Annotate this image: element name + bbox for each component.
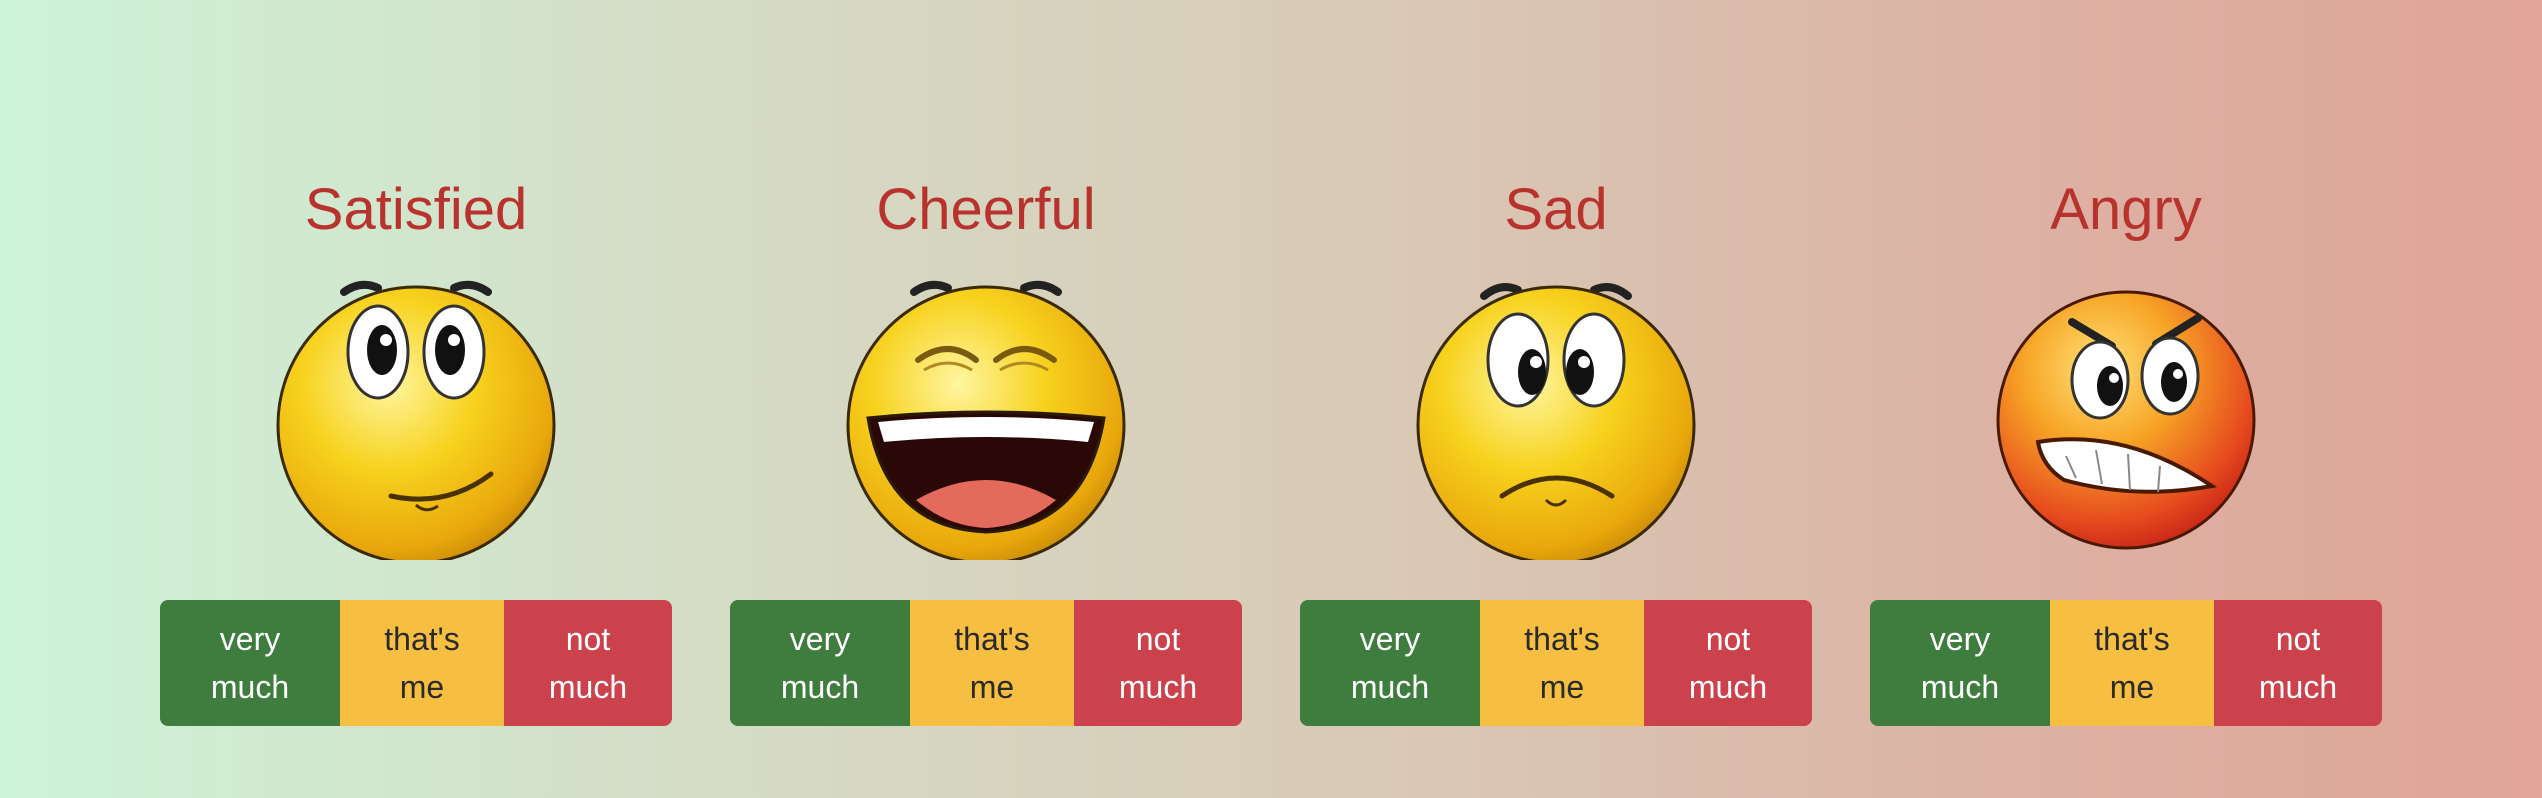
very-much-button[interactable]: very much <box>160 600 340 726</box>
emotion-title: Satisfied <box>304 177 528 242</box>
very-much-button[interactable]: very much <box>1300 600 1480 726</box>
rating-button-group: very much that's me not much <box>730 600 1242 726</box>
cheerful-face-icon <box>836 260 1136 560</box>
very-much-button[interactable]: very much <box>1870 600 2050 726</box>
thats-me-button[interactable]: that's me <box>1480 600 1644 726</box>
not-much-button[interactable]: not much <box>1074 600 1242 726</box>
rating-button-group: very much that's me not much <box>160 600 672 726</box>
emotion-card-angry: Angry very much that's me not much <box>1870 160 2382 726</box>
emotion-card-cheerful: Cheerful very much that's me not much <box>730 160 1242 726</box>
emotion-title: Sad <box>1504 177 1608 242</box>
emotion-title: Cheerful <box>876 177 1096 242</box>
thats-me-button[interactable]: that's me <box>910 600 1074 726</box>
not-much-button[interactable]: not much <box>504 600 672 726</box>
emotion-card-satisfied: Satisfied very much that's me not much <box>160 160 672 726</box>
not-much-button[interactable]: not much <box>2214 600 2382 726</box>
rating-button-group: very much that's me not much <box>1870 600 2382 726</box>
satisfied-face-icon <box>266 260 566 560</box>
thats-me-button[interactable]: that's me <box>340 600 504 726</box>
angry-face-icon <box>1976 260 2276 560</box>
emotion-title: Angry <box>2050 177 2202 242</box>
not-much-button[interactable]: not much <box>1644 600 1812 726</box>
sad-face-icon <box>1406 260 1706 560</box>
thats-me-button[interactable]: that's me <box>2050 600 2214 726</box>
rating-button-group: very much that's me not much <box>1300 600 1812 726</box>
emotion-card-sad: Sad very much that's me not much <box>1300 160 1812 726</box>
very-much-button[interactable]: very much <box>730 600 910 726</box>
